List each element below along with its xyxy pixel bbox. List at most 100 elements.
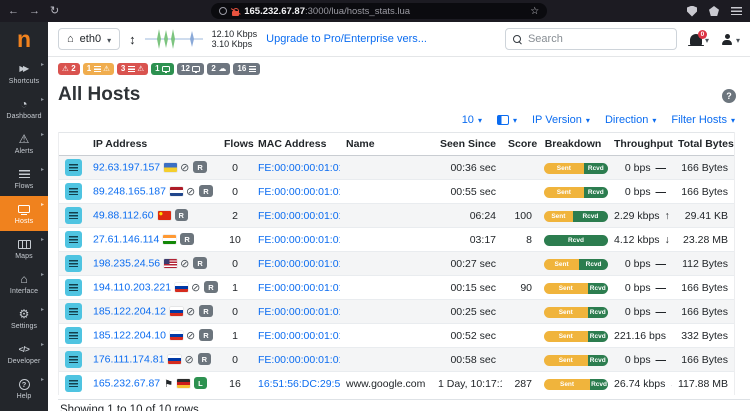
back-icon[interactable]: ← (8, 6, 19, 17)
search-box[interactable] (505, 28, 677, 50)
sent-segment: Sent (544, 307, 588, 318)
ip-version-filter[interactable]: IP Version (532, 114, 590, 126)
extension-icon[interactable] (709, 6, 719, 16)
status-badge[interactable]: 3⚠ (117, 63, 148, 75)
mac-link[interactable]: FE:00:00:00:01:01 (258, 234, 340, 246)
remote-host-badge[interactable]: R (193, 161, 206, 173)
page-size-select[interactable]: 10 (462, 114, 482, 126)
ip-link[interactable]: 27.61.146.114 (93, 234, 159, 246)
column-header-mac-address[interactable]: MAC Address (252, 133, 340, 156)
status-badge[interactable]: 16 (233, 63, 259, 75)
help-icon[interactable]: ? (722, 89, 736, 103)
ip-link[interactable]: 185.122.204.12 (93, 306, 166, 318)
host-details-button[interactable] (65, 183, 82, 200)
host-details-button[interactable] (65, 351, 82, 368)
columns-selector[interactable] (497, 114, 517, 126)
ip-cell: 185.122.204.12⊘R (87, 300, 218, 324)
status-badge[interactable]: ⚠2 (58, 63, 80, 75)
country-flag-cn (158, 211, 171, 220)
status-badge[interactable]: 1 (151, 63, 174, 75)
forward-icon[interactable]: → (29, 6, 40, 17)
column-header-ip-address[interactable]: IP Address (87, 133, 218, 156)
host-details-button[interactable] (65, 207, 82, 224)
ntopng-logo[interactable]: n (0, 22, 48, 56)
ip-link[interactable]: 89.248.165.187 (93, 186, 166, 198)
mac-link[interactable]: FE:00:00:00:01:01 (258, 258, 340, 270)
reload-icon[interactable]: ↻ (50, 6, 59, 17)
table-row: 185.122.204.12⊘R0FE:00:00:00:01:0100:25 … (59, 300, 734, 324)
sidebar-item-maps[interactable]: Maps▸ (0, 231, 48, 266)
sidebar-item-help[interactable]: ?Help▸ (0, 371, 48, 406)
insecure-lock-icon[interactable] (232, 11, 239, 16)
column-header-seen-since[interactable]: Seen Since (432, 133, 502, 156)
mac-link[interactable]: FE:00:00:00:01:01 (258, 354, 340, 366)
notifications-button[interactable]: 0 (690, 30, 709, 48)
host-details-button[interactable] (65, 375, 82, 392)
sidebar-item-dashboard[interactable]: ◔Dashboard▸ (0, 91, 48, 126)
blocked-icon: ⊘ (184, 354, 193, 366)
column-header-breakdown[interactable]: Breakdown (538, 133, 608, 156)
remote-host-badge[interactable]: R (199, 185, 212, 197)
ip-link[interactable]: 194.110.203.221 (93, 282, 171, 294)
column-header-name[interactable]: Name (340, 133, 432, 156)
host-details-button[interactable] (65, 303, 82, 320)
breakdown-cell: SentRcvd (538, 252, 608, 276)
host-details-button[interactable] (65, 159, 82, 176)
remote-host-badge[interactable]: R (193, 257, 206, 269)
direction-filter[interactable]: Direction (605, 114, 656, 126)
search-input[interactable] (528, 33, 669, 45)
mac-link[interactable]: FE:00:00:00:01:01 (258, 330, 340, 342)
column-header-total-bytes[interactable]: Total Bytes (672, 133, 734, 156)
menu-icon[interactable] (731, 7, 742, 15)
user-menu-button[interactable] (722, 30, 740, 48)
filter-hosts[interactable]: Filter Hosts (671, 114, 735, 126)
throughput-cell: 0 bps — (608, 300, 672, 324)
upgrade-link[interactable]: Upgrade to Pro/Enterprise vers... (266, 33, 427, 45)
ip-link[interactable]: 176.111.174.81 (93, 354, 164, 366)
interface-select[interactable]: ⌂ eth0 (58, 28, 120, 50)
column-header-score[interactable]: Score (502, 133, 538, 156)
remote-host-badge[interactable]: R (198, 353, 211, 365)
browser-chrome: ← → ↻ 165.232.67.87:3000/lua/hosts_stats… (0, 0, 750, 22)
remote-host-badge[interactable]: R (199, 305, 212, 317)
mac-link[interactable]: FE:00:00:00:01:01 (258, 306, 340, 318)
mac-link[interactable]: FE:00:00:00:01:01 (258, 210, 340, 222)
sidebar-item-interface[interactable]: ⌂Interface▸ (0, 266, 48, 301)
remote-host-badge[interactable]: R (180, 233, 193, 245)
remote-host-badge[interactable]: R (175, 209, 188, 221)
host-details-button[interactable] (65, 255, 82, 272)
mac-link[interactable]: FE:00:00:00:01:01 (258, 282, 340, 294)
mac-link[interactable]: FE:00:00:00:01:01 (258, 162, 340, 174)
column-header-flows[interactable]: Flows (218, 133, 252, 156)
host-details-button[interactable] (65, 279, 82, 296)
ip-link[interactable]: 198.235.24.56 (93, 258, 160, 270)
ip-cell: 49.88.112.60 R (87, 204, 218, 228)
shield-icon[interactable] (687, 6, 697, 17)
host-details-button[interactable] (65, 327, 82, 344)
ip-link[interactable]: 185.122.204.10 (93, 330, 166, 342)
mac-link[interactable]: 16:51:56:DC:29:53 (258, 378, 340, 390)
host-details-button[interactable] (65, 231, 82, 248)
ip-link[interactable]: 165.232.67.87 (93, 378, 160, 390)
bookmark-star-icon[interactable]: ☆ (530, 6, 539, 17)
status-badge[interactable]: 12 (177, 63, 204, 75)
sidebar-item-developer[interactable]: </>Developer▸ (0, 336, 48, 371)
url-bar[interactable]: 165.232.67.87:3000/lua/hosts_stats.lua ☆ (211, 3, 547, 19)
remote-host-badge[interactable]: R (204, 281, 217, 293)
sidebar-item-shortcuts[interactable]: ▶▶Shortcuts▸ (0, 56, 48, 91)
country-flag-ru (170, 331, 183, 340)
mac-link[interactable]: FE:00:00:00:01:01 (258, 186, 340, 198)
ip-link[interactable]: 92.63.197.157 (93, 162, 160, 174)
status-badge[interactable]: 1⚠ (83, 63, 114, 75)
sidebar-item-flows[interactable]: Flows▸ (0, 161, 48, 196)
sidebar-item-settings[interactable]: ⚙Settings▸ (0, 301, 48, 336)
local-host-badge[interactable]: L (194, 377, 207, 389)
column-header-throughput[interactable]: Throughput (608, 133, 672, 156)
ip-link[interactable]: 49.88.112.60 (93, 210, 154, 222)
sidebar-item-alerts[interactable]: ⚠Alerts▸ (0, 126, 48, 161)
permissions-icon[interactable] (219, 7, 227, 15)
remote-host-badge[interactable]: R (199, 329, 212, 341)
status-badge[interactable]: 2☁ (207, 63, 230, 75)
sidebar-item-hosts[interactable]: Hosts▸ (0, 196, 48, 231)
chevron-down-icon (513, 114, 517, 126)
